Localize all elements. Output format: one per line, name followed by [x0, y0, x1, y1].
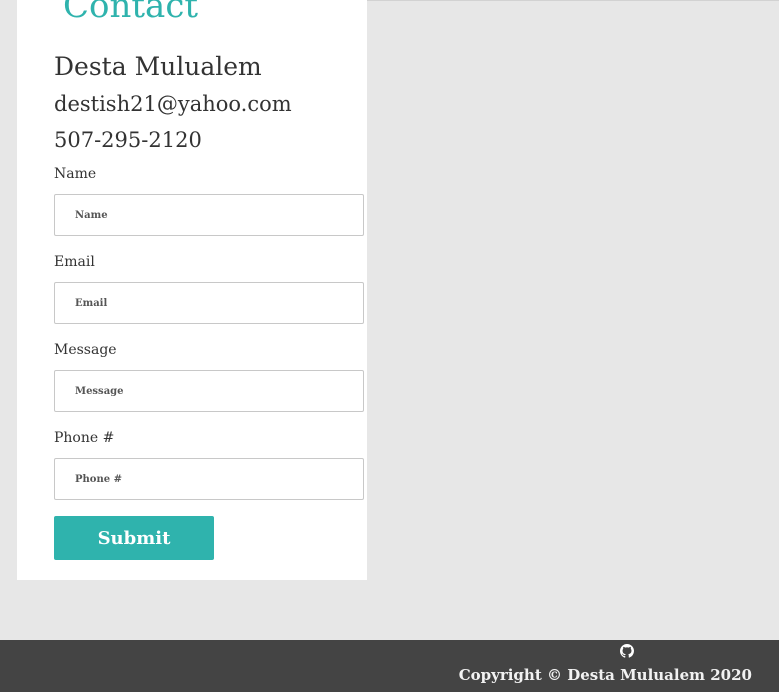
contact-phone: 507-295-2120 — [54, 128, 202, 152]
github-icon[interactable] — [620, 644, 634, 658]
contact-heading: Contact — [63, 0, 199, 26]
name-label: Name — [54, 166, 97, 182]
contact-email: destish21@yahoo.com — [54, 92, 292, 116]
contact-person-name: Desta Mulualem — [54, 52, 262, 81]
email-input[interactable] — [54, 282, 364, 324]
submit-button[interactable]: Submit — [54, 516, 214, 560]
name-input[interactable] — [54, 194, 364, 236]
email-label: Email — [54, 254, 95, 270]
top-divider — [367, 0, 779, 1]
copyright-text: Copyright © Desta Mulualem 2020 — [458, 666, 752, 684]
phone-label: Phone # — [54, 430, 115, 446]
footer: Copyright © Desta Mulualem 2020 — [0, 640, 779, 692]
phone-input[interactable] — [54, 458, 364, 500]
message-label: Message — [54, 342, 117, 358]
message-input[interactable] — [54, 370, 364, 412]
contact-card: Contact Desta Mulualem destish21@yahoo.c… — [17, 0, 367, 580]
